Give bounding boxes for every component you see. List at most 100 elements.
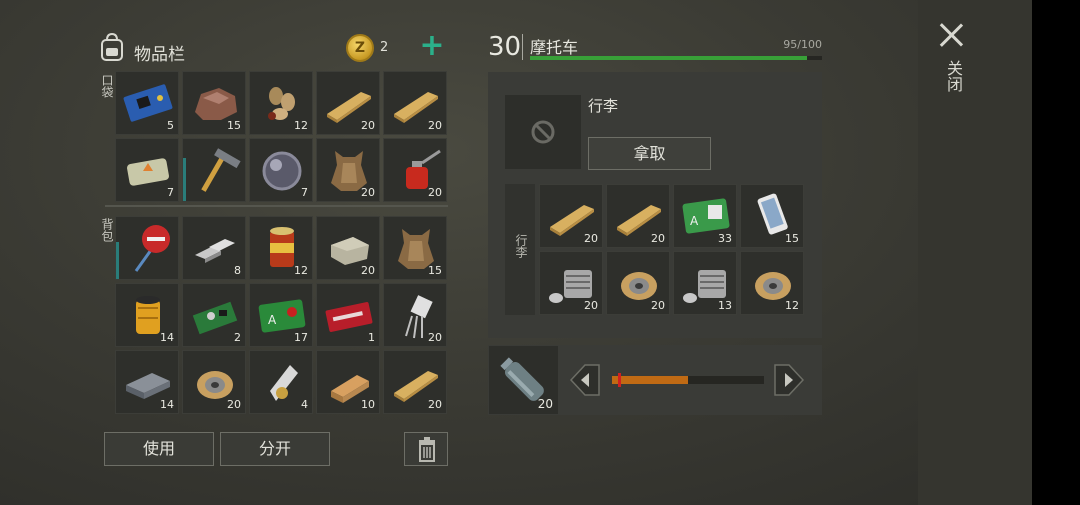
vehicle-separator bbox=[522, 34, 523, 60]
item-count: 10 bbox=[361, 398, 375, 411]
durability-bar bbox=[116, 242, 119, 279]
decrease-button[interactable] bbox=[569, 363, 601, 397]
pocket-slot[interactable]: 7 bbox=[115, 138, 179, 202]
vehicle-name: 摩托车 bbox=[530, 38, 579, 57]
trunk-slot[interactable]: A 33 bbox=[673, 184, 737, 248]
stop-sign-icon bbox=[134, 225, 170, 272]
fuel-count: 20 bbox=[537, 397, 553, 411]
backpack-slot[interactable]: 20 bbox=[383, 283, 447, 347]
pocket-slot[interactable]: 12 bbox=[249, 71, 313, 135]
svg-text:A: A bbox=[690, 214, 699, 228]
screen-edge bbox=[1032, 0, 1080, 505]
backpack-slot[interactable]: 15 bbox=[383, 216, 447, 280]
pocket-slot[interactable]: 20 bbox=[316, 71, 380, 135]
trunk-title: 行李 bbox=[588, 97, 619, 115]
backpack-slot[interactable] bbox=[115, 216, 179, 280]
fuel-amount-fill bbox=[612, 376, 688, 384]
item-count: 5 bbox=[167, 119, 174, 132]
item-count: 20 bbox=[428, 398, 442, 411]
inventory-divider bbox=[105, 205, 448, 207]
vehicle-header: 30 摩托车 95/100 bbox=[488, 30, 822, 64]
hammer-icon bbox=[201, 148, 241, 192]
item-count: 15 bbox=[428, 264, 442, 277]
vehicle-capacity-bar bbox=[530, 56, 822, 60]
item-count: 20 bbox=[428, 186, 442, 199]
coin-count: 2 bbox=[380, 40, 389, 55]
backpack-slot[interactable]: 20 bbox=[383, 350, 447, 414]
item-count: 20 bbox=[361, 264, 375, 277]
item-count: 33 bbox=[718, 232, 732, 245]
backpack-slot[interactable]: 8 bbox=[182, 216, 246, 280]
backpack-slot[interactable]: 4 bbox=[249, 350, 313, 414]
backpack-slot[interactable]: 12 bbox=[249, 216, 313, 280]
fuel-amount-marker[interactable] bbox=[618, 373, 621, 387]
item-count: 20 bbox=[651, 299, 665, 312]
item-count: 13 bbox=[718, 299, 732, 312]
trunk-slot[interactable]: 20 bbox=[606, 251, 670, 315]
item-count: 15 bbox=[785, 232, 799, 245]
backpack-slot[interactable]: 20 bbox=[316, 216, 380, 280]
item-count: 20 bbox=[428, 331, 442, 344]
vehicle-capacity: 95/100 bbox=[783, 38, 822, 51]
trash-button[interactable] bbox=[404, 432, 448, 466]
backpack-slot[interactable]: A 17 bbox=[249, 283, 313, 347]
pocket-slot[interactable]: 7 bbox=[249, 138, 313, 202]
item-count: 4 bbox=[301, 398, 308, 411]
backpack-slot[interactable]: 1 bbox=[316, 283, 380, 347]
item-count: 12 bbox=[294, 119, 308, 132]
item-count: 8 bbox=[234, 264, 241, 277]
vehicle-capacity-fill bbox=[530, 56, 808, 60]
trunk-slot[interactable]: 20 bbox=[606, 184, 670, 248]
backpack-grid: 8 12 20 15 14 2 A 17 1 20 14 20 4 10 20 bbox=[115, 216, 447, 414]
trunk-slot[interactable]: 20 bbox=[539, 184, 603, 248]
inventory-title: 物品栏 bbox=[134, 45, 185, 65]
trunk-slot[interactable]: 12 bbox=[740, 251, 804, 315]
side-panel bbox=[918, 0, 1032, 505]
use-button[interactable]: 使用 bbox=[104, 432, 214, 466]
fuel-slot[interactable]: 20 bbox=[489, 346, 558, 414]
item-count: 20 bbox=[227, 398, 241, 411]
take-button[interactable]: 拿取 bbox=[588, 137, 711, 170]
pocket-slot[interactable]: 5 bbox=[115, 71, 179, 135]
item-count: 12 bbox=[785, 299, 799, 312]
increase-button[interactable] bbox=[773, 363, 805, 397]
trash-icon bbox=[419, 437, 435, 462]
item-count: 20 bbox=[651, 232, 665, 245]
backpack-slot[interactable]: 2 bbox=[182, 283, 246, 347]
backpack-slot[interactable]: 10 bbox=[316, 350, 380, 414]
item-count: 2 bbox=[234, 331, 241, 344]
arrow-right-icon bbox=[774, 364, 805, 396]
trunk-grid: 20 20 A 33 15 20 20 13 12 bbox=[539, 184, 804, 315]
pockets-grid: 5 15 12 20 20 7 7 20 20 bbox=[115, 71, 447, 202]
item-count: 20 bbox=[584, 299, 598, 312]
trunk-slot[interactable]: 15 bbox=[740, 184, 804, 248]
pocket-slot[interactable]: 20 bbox=[383, 71, 447, 135]
item-count: 14 bbox=[160, 331, 174, 344]
trunk-slot[interactable]: 20 bbox=[539, 251, 603, 315]
backpack-slot[interactable]: 14 bbox=[115, 350, 179, 414]
item-count: 20 bbox=[361, 119, 375, 132]
pocket-slot[interactable]: 20 bbox=[316, 138, 380, 202]
svg-text:A: A bbox=[268, 313, 277, 327]
close-label[interactable]: 关闭 bbox=[942, 60, 963, 92]
coin-icon: Z bbox=[346, 34, 374, 62]
item-count: 7 bbox=[301, 186, 308, 199]
inventory-header: 物品栏 Z 2 + bbox=[96, 30, 450, 66]
item-count: 7 bbox=[167, 186, 174, 199]
pocket-slot[interactable] bbox=[182, 138, 246, 202]
pocket-slot[interactable]: 20 bbox=[383, 138, 447, 202]
no-item-icon bbox=[531, 120, 555, 144]
close-icon[interactable] bbox=[936, 20, 966, 50]
backpack-slot[interactable]: 14 bbox=[115, 283, 179, 347]
split-button[interactable]: 分开 bbox=[220, 432, 330, 466]
trunk-slot[interactable]: 13 bbox=[673, 251, 737, 315]
item-count: 15 bbox=[227, 119, 241, 132]
add-coins-button[interactable]: + bbox=[418, 31, 446, 62]
fuel-amount-bar[interactable] bbox=[612, 376, 764, 384]
item-count: 12 bbox=[294, 264, 308, 277]
backpack-slot[interactable]: 20 bbox=[182, 350, 246, 414]
trunk-empty-slot[interactable] bbox=[505, 95, 581, 169]
item-count: 20 bbox=[428, 119, 442, 132]
backpack-label: 背包 bbox=[100, 218, 114, 242]
pocket-slot[interactable]: 15 bbox=[182, 71, 246, 135]
